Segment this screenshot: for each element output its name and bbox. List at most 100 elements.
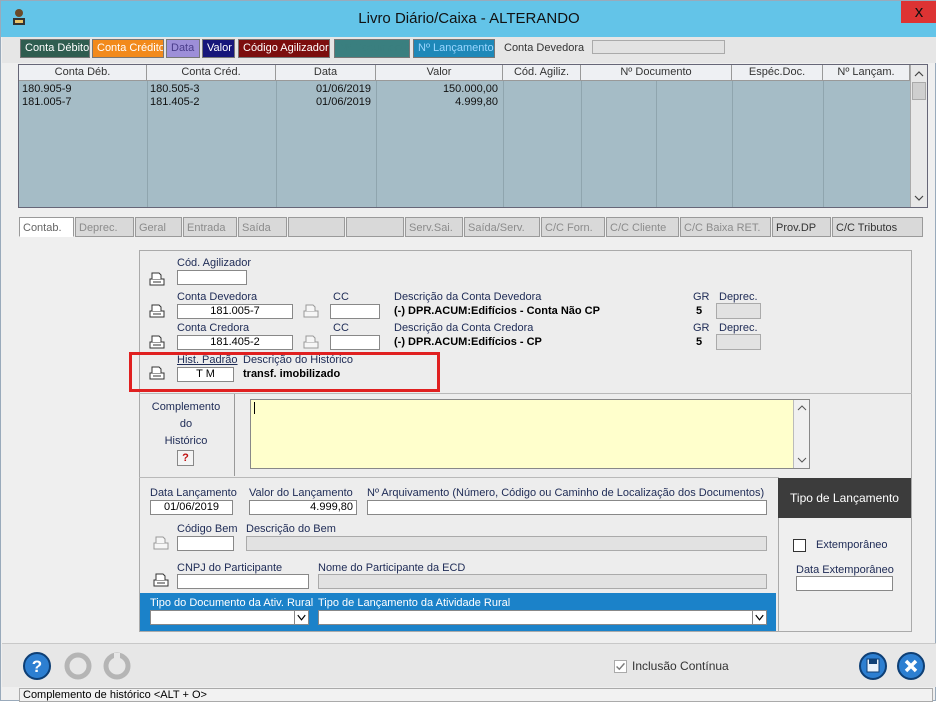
scroll-down-icon[interactable] (794, 454, 810, 466)
chevron-down-icon[interactable] (752, 611, 766, 624)
help-icon[interactable]: ? (22, 651, 52, 681)
conta-devedora-field[interactable]: 181.005-7 (177, 304, 293, 319)
deprec-credora-label: Deprec. (719, 322, 758, 334)
grid-cell[interactable] (584, 83, 727, 96)
field-tab-1[interactable]: Conta Crédito (92, 39, 164, 58)
close-icon[interactable] (896, 651, 926, 681)
deprec-credora-field[interactable] (716, 334, 761, 350)
grid-cell[interactable]: 181.005-7 (22, 96, 142, 109)
codigo-bem-field[interactable] (177, 536, 234, 551)
grid-scrollbar[interactable] (910, 65, 927, 207)
checkmark-icon[interactable] (614, 660, 627, 673)
field-tab-4[interactable]: Código Agilizador (238, 39, 330, 58)
grid-column-header[interactable]: Conta Créd. (147, 65, 276, 81)
cod-agilizador-label: Cód. Agilizador (177, 257, 251, 269)
save-icon[interactable] (858, 651, 888, 681)
tipo-lanc-rural-select[interactable] (318, 610, 767, 625)
grid-column-header[interactable]: Nº Documento (581, 65, 732, 81)
tipo-doc-select[interactable] (150, 610, 309, 625)
valor-lancamento-field[interactable]: 4.999,80 (249, 500, 357, 515)
grid-cell[interactable] (826, 83, 905, 96)
scroll-down-icon[interactable] (911, 191, 927, 205)
bottom-tab-10[interactable]: C/C Cliente (606, 217, 679, 237)
grid-column-header[interactable]: Espéc.Doc. (732, 65, 823, 81)
lookup-icon[interactable] (148, 270, 166, 286)
bottom-tab-1[interactable]: Deprec. (75, 217, 134, 237)
cnpj-field[interactable] (177, 574, 309, 589)
bottom-tab-7[interactable]: Serv.Sai. (405, 217, 463, 237)
scroll-thumb[interactable] (912, 82, 926, 100)
entries-grid: Conta Déb. Conta Créd. Data Valor Cód. Agili… (18, 64, 928, 208)
close-button[interactable]: x (901, 1, 936, 23)
bottom-tab-3[interactable]: Entrada (183, 217, 237, 237)
field-tab-0[interactable]: Conta Débito (20, 39, 90, 58)
grid-cell[interactable] (584, 96, 727, 109)
grid-column-header[interactable]: Cód. Agiliz. (503, 65, 581, 81)
cc-credora-field[interactable] (330, 335, 380, 350)
field-tab-5[interactable]: Nº Documento (334, 39, 410, 58)
bottom-tab-13[interactable]: C/C Tributos (832, 217, 923, 237)
grid-cell[interactable] (735, 96, 818, 109)
arquivamento-field[interactable] (367, 500, 767, 515)
extemporaneo-checkbox[interactable] (793, 539, 806, 552)
chevron-down-icon[interactable] (294, 611, 308, 624)
lookup-icon[interactable] (148, 364, 166, 380)
grid-column-header[interactable]: Nº Lançam. (823, 65, 910, 81)
conta-devedora-header-field[interactable] (592, 40, 725, 54)
lookup-icon[interactable] (148, 302, 166, 318)
scroll-up-icon[interactable] (911, 67, 927, 81)
bottom-tab-2[interactable]: Geral (135, 217, 182, 237)
textarea-scrollbar[interactable] (793, 400, 809, 468)
complemento-label-2: do (179, 418, 193, 430)
bottom-tab-8[interactable]: Saída/Serv. (464, 217, 540, 237)
cc-devedora-field[interactable] (330, 304, 380, 319)
cod-agilizador-field[interactable] (177, 270, 247, 285)
grid-cell[interactable] (826, 96, 905, 109)
grid-cell[interactable]: 180.505-3 (150, 83, 271, 96)
lookup-icon[interactable] (302, 333, 320, 349)
desc-credora-value: (-) DPR.ACUM:Edifícios - CP (394, 336, 542, 348)
deprec-devedora-field[interactable] (716, 303, 761, 319)
descricao-bem-field[interactable] (246, 536, 767, 551)
complemento-divider (139, 393, 912, 394)
grid-cell[interactable]: 181.405-2 (150, 96, 271, 109)
complemento-textarea[interactable] (250, 399, 810, 469)
bottom-tab-12[interactable]: Prov.DP (772, 217, 831, 237)
field-tab-3[interactable]: Valor (202, 39, 235, 58)
grid-cell[interactable] (735, 83, 818, 96)
bottom-button-bar (2, 643, 936, 687)
disabled-circle-icon[interactable] (63, 651, 93, 681)
grid-cell[interactable]: 01/06/2019 (279, 83, 371, 96)
lookup-icon[interactable] (302, 302, 320, 318)
bottom-tab-9[interactable]: C/C Forn. (541, 217, 605, 237)
bottom-tab-11[interactable]: C/C Baixa RET. (680, 217, 771, 237)
scroll-up-icon[interactable] (794, 402, 810, 414)
grid-cell[interactable]: 150.000,00 (379, 83, 498, 96)
grid-cell[interactable] (506, 96, 576, 109)
lookup-icon[interactable] (152, 534, 170, 550)
bottom-tab-5[interactable] (288, 217, 345, 237)
bottom-tab-4[interactable]: Saída (238, 217, 287, 237)
grid-column-header[interactable]: Valor (376, 65, 503, 81)
conta-credora-field[interactable]: 181.405-2 (177, 335, 293, 350)
grid-column-header[interactable]: Conta Déb. (19, 65, 147, 81)
dates-divider (139, 477, 779, 478)
grid-cell[interactable]: 4.999,80 (379, 96, 498, 109)
bottom-tab-0[interactable]: Contab. (19, 217, 74, 237)
field-tab-2[interactable]: Data (166, 39, 200, 58)
bottom-tab-6[interactable] (346, 217, 404, 237)
nome-participante-field[interactable] (318, 574, 767, 589)
nome-participante-label: Nome do Participante da ECD (318, 562, 466, 574)
lookup-icon[interactable] (152, 571, 170, 587)
disabled-refresh-icon[interactable] (102, 651, 132, 681)
grid-cell[interactable]: 01/06/2019 (279, 96, 371, 109)
field-tab-6[interactable]: Nº Lançamento (413, 39, 495, 58)
lookup-icon[interactable] (148, 333, 166, 349)
data-extemporaneo-field[interactable] (796, 576, 893, 591)
complemento-help-button[interactable]: ? (177, 450, 194, 466)
grid-column-header[interactable]: Data (276, 65, 376, 81)
grid-cell[interactable] (506, 83, 576, 96)
grid-cell[interactable]: 180.905-9 (22, 83, 142, 96)
hist-padrao-field[interactable]: T M (177, 367, 234, 382)
data-lancamento-field[interactable]: 01/06/2019 (150, 500, 233, 515)
